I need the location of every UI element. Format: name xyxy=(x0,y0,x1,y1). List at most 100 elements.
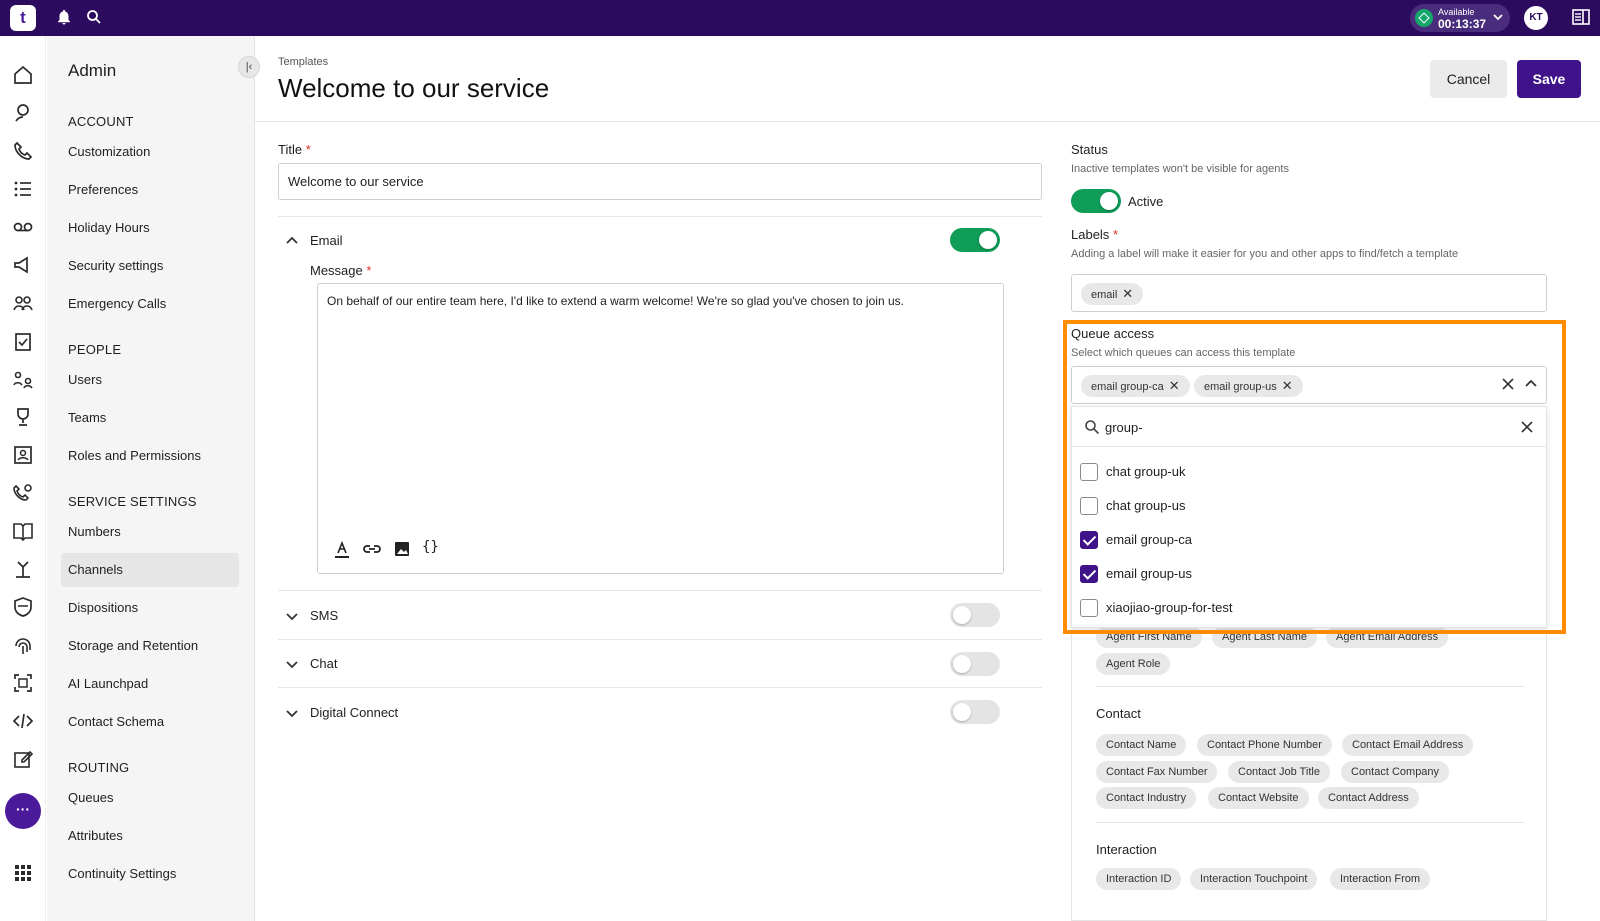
sidebar-item-contact-schema[interactable]: Contact Schema xyxy=(61,705,239,739)
sidebar-item-numbers[interactable]: Numbers xyxy=(61,515,239,549)
queue-option[interactable]: email group-ca xyxy=(1072,523,1546,557)
channel-label-digital-connect[interactable]: Digital Connect xyxy=(310,705,398,720)
message-editor[interactable]: On behalf of our entire team here, I'd l… xyxy=(317,283,1004,574)
variable-chip[interactable]: Agent Last Name xyxy=(1212,626,1317,648)
channel-label-sms[interactable]: SMS xyxy=(310,608,338,623)
code-icon[interactable] xyxy=(12,710,34,732)
digital-connect-enabled-toggle[interactable] xyxy=(950,700,1000,724)
sidebar-item-users[interactable]: Users xyxy=(61,363,239,397)
chat-enabled-toggle[interactable] xyxy=(950,652,1000,676)
list-icon[interactable] xyxy=(12,178,34,200)
trophy-icon[interactable] xyxy=(12,406,34,428)
scan-icon[interactable] xyxy=(12,672,34,694)
variable-chip[interactable]: Interaction Touchpoint xyxy=(1190,868,1318,890)
settings-phone-icon[interactable] xyxy=(12,482,34,504)
variable-chip[interactable]: Contact Industry xyxy=(1096,787,1197,809)
sidebar-item-holiday-hours[interactable]: Holiday Hours xyxy=(61,211,239,245)
sidebar-item-storage-retention[interactable]: Storage and Retention xyxy=(61,629,239,663)
sidebar-item-security-settings[interactable]: Security settings xyxy=(61,249,239,283)
variable-chip[interactable]: Contact Name xyxy=(1096,734,1187,756)
link-icon[interactable] xyxy=(362,539,382,559)
chevron-down-icon[interactable] xyxy=(285,609,299,623)
edit-icon[interactable] xyxy=(12,748,34,770)
checkbox-checked[interactable] xyxy=(1080,531,1098,549)
app-logo[interactable]: t xyxy=(10,5,36,31)
text-color-icon[interactable] xyxy=(332,539,352,559)
queue-option[interactable]: xiaojiao-group-for-test xyxy=(1072,591,1546,625)
sidebar-item-channels[interactable]: Channels xyxy=(61,553,239,587)
variable-chip[interactable]: Agent First Name xyxy=(1096,626,1202,648)
contacts-icon[interactable] xyxy=(12,102,34,124)
variable-chip[interactable]: Interaction From xyxy=(1330,868,1431,890)
labels-input[interactable]: email ✕ xyxy=(1071,274,1547,312)
breadcrumb[interactable]: Templates xyxy=(278,56,328,68)
checkbox[interactable] xyxy=(1080,497,1098,515)
sms-enabled-toggle[interactable] xyxy=(950,603,1000,627)
checkbox-checked[interactable] xyxy=(1080,565,1098,583)
apps-grid-icon[interactable] xyxy=(12,862,34,884)
megaphone-icon[interactable] xyxy=(12,254,34,276)
checkbox[interactable] xyxy=(1080,599,1098,617)
book-icon[interactable] xyxy=(12,520,34,542)
variable-chip[interactable]: Agent Role xyxy=(1096,653,1171,675)
active-status-toggle[interactable] xyxy=(1071,189,1121,213)
routing-icon[interactable] xyxy=(12,558,34,580)
title-input[interactable] xyxy=(278,163,1042,200)
variable-chip[interactable]: Contact Job Title xyxy=(1228,761,1330,783)
channel-label-chat[interactable]: Chat xyxy=(310,656,337,671)
sidebar-item-queues[interactable]: Queues xyxy=(61,781,239,815)
close-icon[interactable]: ✕ xyxy=(1282,375,1293,397)
variable-chip[interactable]: Interaction ID xyxy=(1096,868,1182,890)
message-text[interactable]: On behalf of our entire team here, I'd l… xyxy=(327,294,904,308)
voicemail-icon[interactable] xyxy=(12,216,34,238)
variable-chip[interactable]: Agent Email Address xyxy=(1326,626,1449,648)
contact-card-icon[interactable] xyxy=(12,444,34,466)
clear-search-icon[interactable] xyxy=(1520,420,1534,434)
home-icon[interactable] xyxy=(12,64,34,86)
email-enabled-toggle[interactable] xyxy=(950,228,1000,252)
sidebar-item-preferences[interactable]: Preferences xyxy=(61,173,239,207)
sidebar-item-ai-launchpad[interactable]: AI Launchpad xyxy=(61,667,239,701)
clear-icon[interactable] xyxy=(1501,377,1515,391)
queue-option[interactable]: email group-us xyxy=(1072,557,1546,591)
sidebar-item-customization[interactable]: Customization xyxy=(61,135,239,169)
people-network-icon[interactable] xyxy=(12,368,34,390)
chevron-up-icon[interactable] xyxy=(285,234,299,248)
variables-braces-icon[interactable]: {} xyxy=(422,539,442,559)
sidebar-item-roles-permissions[interactable]: Roles and Permissions xyxy=(61,439,239,473)
checkbox[interactable] xyxy=(1080,463,1098,481)
panel-toggle-icon[interactable] xyxy=(1572,8,1592,28)
sidebar-item-attributes[interactable]: Attributes xyxy=(61,819,239,853)
clipboard-icon[interactable] xyxy=(12,330,34,352)
team-icon[interactable] xyxy=(12,292,34,314)
variable-chip[interactable]: Contact Company xyxy=(1341,761,1450,783)
more-icon[interactable]: ··· xyxy=(5,793,41,829)
queue-option[interactable]: chat group-us xyxy=(1072,489,1546,523)
sidebar-item-dispositions[interactable]: Dispositions xyxy=(61,591,239,625)
variable-chip[interactable]: Contact Email Address xyxy=(1342,734,1474,756)
queue-search-input[interactable] xyxy=(1105,416,1505,438)
close-icon[interactable]: ✕ xyxy=(1169,375,1180,397)
shield-icon[interactable] xyxy=(12,596,34,618)
channel-label-email[interactable]: Email xyxy=(310,233,343,248)
chevron-down-icon[interactable] xyxy=(285,706,299,720)
close-icon[interactable]: ✕ xyxy=(1122,283,1133,305)
chevron-down-icon[interactable] xyxy=(285,657,299,671)
variable-chip[interactable]: Contact Address xyxy=(1318,787,1419,809)
phone-icon[interactable] xyxy=(12,140,34,162)
variable-chip[interactable]: Contact Fax Number xyxy=(1096,761,1218,783)
queue-access-select[interactable]: email group-ca ✕ email group-us ✕ xyxy=(1071,366,1547,404)
fingerprint-icon[interactable] xyxy=(12,634,34,656)
sidebar-item-emergency-calls[interactable]: Emergency Calls xyxy=(61,287,239,321)
image-icon[interactable] xyxy=(392,539,412,559)
chevron-up-icon[interactable] xyxy=(1524,377,1538,391)
bell-icon[interactable] xyxy=(55,8,75,28)
user-avatar[interactable]: KT xyxy=(1524,6,1548,30)
variable-chip[interactable]: Contact Phone Number xyxy=(1197,734,1332,756)
variable-chip[interactable]: Contact Website xyxy=(1208,787,1309,809)
queue-option[interactable]: chat group-uk xyxy=(1072,455,1546,489)
sidebar-item-continuity-settings[interactable]: Continuity Settings xyxy=(61,857,239,891)
search-icon[interactable] xyxy=(85,8,105,28)
sidebar-item-teams[interactable]: Teams xyxy=(61,401,239,435)
agent-status-selector[interactable]: Available 00:13:37 xyxy=(1410,4,1510,32)
